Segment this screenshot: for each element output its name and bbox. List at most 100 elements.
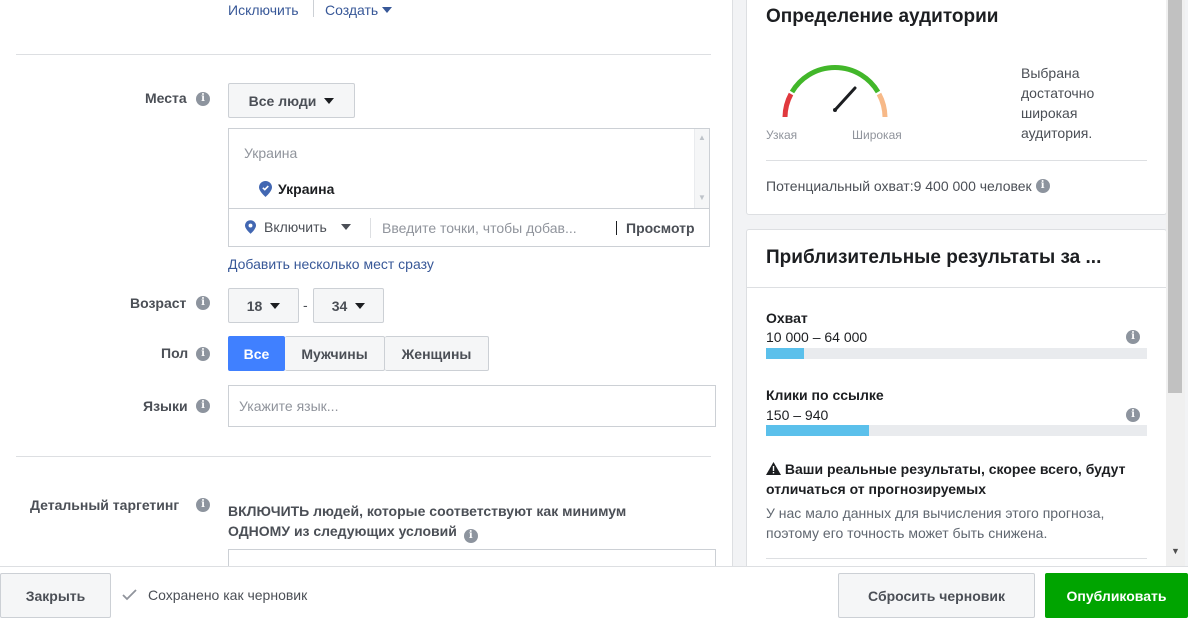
warning-title: Ваши реальные результаты, скорее всего, … — [766, 459, 1126, 499]
potential-reach: Потенциальный охват:9 400 000 человек i — [766, 178, 1050, 194]
info-icon[interactable]: i — [196, 296, 210, 310]
age-dash: - — [303, 297, 308, 313]
gender-option-all[interactable]: Все — [228, 336, 285, 371]
info-icon[interactable]: i — [1126, 408, 1140, 422]
include-dropdown[interactable]: Включить — [245, 219, 351, 235]
age-to-value: 34 — [331, 297, 348, 314]
include-label: Включить — [264, 219, 327, 235]
chevron-down-icon — [340, 224, 351, 230]
detailed-targeting-label: Детальный таргетинг — [30, 497, 180, 513]
info-icon[interactable]: i — [196, 347, 210, 361]
age-from-value: 18 — [246, 297, 263, 314]
publish-label: Опубликовать — [1066, 587, 1167, 604]
gender-segmented-control: Все Мужчины Женщины — [228, 336, 489, 371]
add-multiple-places-link[interactable]: Добавить несколько мест сразу — [228, 256, 434, 272]
results-card: Приблизительные результаты за ... Охват … — [746, 229, 1167, 569]
reach-label: Охват — [766, 310, 808, 326]
publish-button[interactable]: Опубликовать — [1045, 573, 1188, 618]
section-divider — [16, 456, 711, 457]
gauge-narrow-label: Узкая — [766, 128, 798, 142]
scroll-down-icon[interactable]: ▼ — [698, 193, 706, 202]
create-link[interactable]: Создать — [325, 2, 393, 18]
panel-scrollbar-thumb[interactable] — [1168, 0, 1182, 393]
languages-label: Языки — [143, 398, 188, 414]
save-status: Сохранено как черновик — [122, 587, 307, 603]
info-icon[interactable]: i — [463, 529, 478, 543]
close-button[interactable]: Закрыть — [0, 573, 111, 618]
gender-label: Пол — [161, 345, 189, 361]
audience-card-title: Определение аудитории — [766, 6, 999, 27]
age-from-dropdown[interactable]: 18 — [228, 288, 299, 323]
gender-option-label: Все — [243, 345, 270, 362]
gender-option-women[interactable]: Женщины — [385, 336, 489, 371]
results-card-title: Приблизительные результаты за ... — [766, 247, 1102, 268]
close-button-label: Закрыть — [25, 587, 86, 604]
create-link-label: Создать — [325, 2, 379, 18]
bottom-bar: Закрыть Сохранено как черновик Сбросить … — [0, 566, 1188, 624]
detailed-targeting-text: ВКЛЮЧИТЬ людей, которые соответствуют ка… — [228, 503, 627, 539]
reach-bar — [766, 348, 1147, 359]
warning-title-text: Ваши реальные результаты, скорее всего, … — [766, 461, 1126, 497]
chevron-down-icon — [382, 7, 393, 13]
languages-placeholder: Укажите язык... — [239, 398, 339, 414]
warning-text: У нас мало данных для вычисления этого п… — [766, 505, 1105, 541]
clicks-label: Клики по ссылке — [766, 387, 884, 403]
gauge-narrow-arc — [782, 92, 794, 118]
places-search-row: Включить Введите точки, чтобы добав... П… — [228, 208, 710, 247]
save-status-text: Сохранено как черновик — [148, 587, 308, 603]
places-list: Украина Украина ▲ ▼ — [228, 128, 710, 208]
card-divider — [766, 160, 1147, 161]
checkmark-icon — [122, 589, 137, 601]
link-divider — [313, 0, 314, 17]
preview-button[interactable]: Просмотр — [626, 220, 695, 236]
chevron-down-icon — [324, 97, 335, 104]
info-icon[interactable]: i — [196, 399, 210, 413]
warning-icon — [766, 462, 781, 475]
gender-option-label: Мужчины — [301, 345, 368, 362]
places-search-input[interactable]: Введите точки, чтобы добав... — [382, 220, 577, 236]
location-pin-icon — [259, 181, 272, 197]
places-dropdown-label: Все люди — [248, 92, 317, 109]
clicks-bar — [766, 425, 1147, 436]
chevron-down-icon — [270, 302, 281, 309]
reach-value: 10 000 – 64 000 — [766, 329, 868, 345]
form-label-cut — [150, 0, 190, 2]
places-label: Места — [145, 90, 187, 106]
location-pin-icon — [245, 220, 256, 234]
scroll-up-icon[interactable]: ▲ — [698, 133, 706, 142]
panel-scrollbar[interactable]: ▼ — [1166, 0, 1185, 566]
exclude-link[interactable]: Исключить — [228, 2, 299, 18]
scroll-down-icon[interactable]: ▼ — [1171, 546, 1180, 556]
age-to-dropdown[interactable]: 34 — [313, 288, 384, 323]
places-list-scrollbar[interactable]: ▲ ▼ — [694, 129, 709, 208]
places-list-item-label: Украина — [278, 181, 335, 197]
potential-reach-text: Потенциальный охват:9 400 000 человек — [766, 178, 1032, 194]
places-list-item: Украина — [259, 181, 334, 197]
gender-option-label: Женщины — [401, 345, 472, 362]
gauge-broad-label: Широкая — [852, 128, 902, 142]
reset-draft-button[interactable]: Сбросить черновик — [838, 573, 1035, 618]
forecast-warning: Ваши реальные результаты, скорее всего, … — [766, 459, 1126, 543]
info-icon[interactable]: i — [1035, 179, 1050, 193]
info-icon[interactable]: i — [196, 498, 210, 512]
age-label: Возраст — [130, 295, 187, 311]
clicks-bar-fill — [766, 425, 869, 436]
search-divider — [616, 221, 617, 235]
section-divider — [16, 54, 711, 55]
detailed-targeting-description: ВКЛЮЧИТЬ людей, которые соответствуют ка… — [228, 501, 668, 543]
places-dropdown[interactable]: Все люди — [228, 83, 355, 118]
gender-option-men[interactable]: Мужчины — [285, 336, 385, 371]
languages-input[interactable]: Укажите язык... — [228, 385, 716, 427]
gauge-ok-arc — [789, 65, 881, 94]
search-divider — [370, 218, 371, 238]
audience-message: Выбрана достаточно широкая аудитория. — [1021, 65, 1095, 141]
card-divider — [766, 558, 1147, 559]
gauge-needle — [833, 86, 857, 112]
audience-card: Определение аудитории Узкая Широкая Выбр… — [746, 0, 1167, 215]
chevron-down-icon — [355, 302, 366, 309]
places-list-header: Украина — [244, 145, 298, 161]
reach-bar-fill — [766, 348, 805, 359]
info-icon[interactable]: i — [196, 92, 210, 106]
gauge-broad-arc — [876, 92, 888, 118]
info-icon[interactable]: i — [1126, 330, 1140, 344]
